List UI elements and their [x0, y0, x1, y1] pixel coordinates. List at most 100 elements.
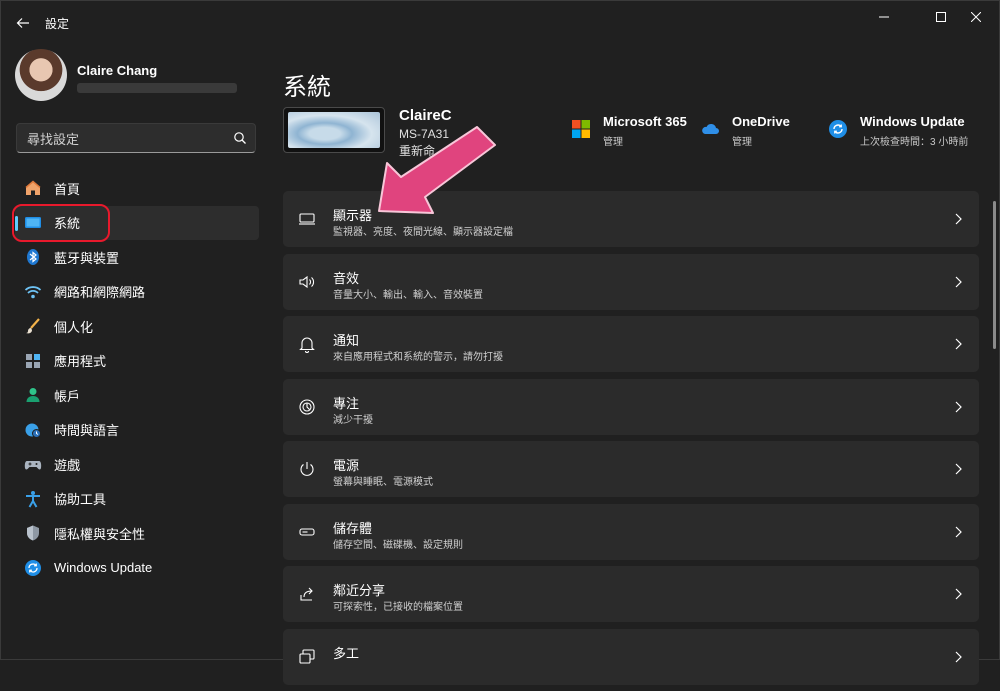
sidebar-item-personalization[interactable]: 個人化	[15, 309, 259, 343]
sidebar-item-accessibility[interactable]: 協助工具	[15, 482, 259, 516]
quick-link-windows-update[interactable]: Windows Update 上次檢查時間：3 小時前	[828, 113, 978, 149]
sidebar-item-home[interactable]: 首頁	[15, 171, 259, 205]
chevron-right-icon	[955, 588, 962, 600]
quick-link-onedrive[interactable]: OneDrive 管理	[700, 113, 810, 149]
card-notifications[interactable]: 通知 來自應用程式和系統的警示，請勿打擾	[283, 316, 979, 372]
settings-window: 設定 Claire Chang 首頁 系統 藍牙	[0, 0, 1000, 685]
onedrive-cloud-icon	[702, 123, 719, 134]
accounts-icon	[24, 386, 42, 404]
privacy-icon	[24, 524, 42, 542]
title-bar: 設定	[1, 1, 1000, 45]
minimize-icon	[879, 16, 889, 18]
card-subtitle: 音量大小、輸出、輸入、音效裝置	[333, 289, 483, 301]
card-subtitle: 監視器、亮度、夜間光線、顯示器設定檔	[333, 227, 513, 238]
sidebar-item-label: 首頁	[54, 181, 81, 197]
sidebar-item-label: 時間與語言	[54, 423, 120, 438]
card-display[interactable]: 顯示器 監視器、亮度、夜間光線、顯示器設定檔	[283, 191, 979, 247]
card-title: 多工	[333, 645, 360, 661]
device-model: MS-7A31	[399, 127, 450, 141]
microsoft-logo-icon	[572, 120, 590, 138]
rename-link[interactable]: 重新命	[399, 142, 435, 159]
maximize-icon	[936, 12, 946, 22]
quick-link-title: Microsoft 365	[603, 114, 687, 129]
chevron-right-icon	[955, 526, 962, 537]
card-subtitle: 螢幕與睡眠、電源模式	[333, 477, 433, 488]
card-storage[interactable]: 儲存體 儲存空間、磁碟機、設定規則	[283, 503, 979, 560]
notification-icon	[297, 334, 317, 354]
minimize-button[interactable]	[861, 1, 907, 33]
sidebar-item-label: Windows Update	[54, 560, 153, 575]
nearby-share-icon	[297, 584, 317, 604]
sidebar-item-gaming[interactable]: 遊戲	[15, 447, 259, 481]
card-nearby-sharing[interactable]: 鄰近分享 可探索性，已接收的檔案位置	[283, 566, 979, 622]
sidebar-item-label: 隱私權與安全性	[54, 526, 146, 542]
card-power[interactable]: 電源 螢幕與睡眠、電源模式	[283, 441, 979, 497]
sidebar-item-label: 帳戶	[54, 388, 81, 404]
card-title: 儲存體	[333, 520, 373, 536]
user-name: Claire Chang	[77, 63, 158, 78]
device-wallpaper-thumbnail	[283, 107, 385, 153]
sidebar-item-bluetooth[interactable]: 藍牙與裝置	[15, 240, 259, 274]
settings-card-list: 顯示器 監視器、亮度、夜間光線、顯示器設定檔 音效 音量大小、輸出、輸入、音效裝…	[283, 191, 979, 691]
sidebar-item-label: 藍牙與裝置	[54, 250, 120, 266]
quick-link-subtitle: 管理	[603, 137, 623, 148]
sidebar-item-label: 網路和網際網路	[54, 285, 146, 300]
quick-link-subtitle: 管理	[732, 137, 752, 148]
close-button[interactable]	[953, 1, 999, 33]
search-box[interactable]	[16, 123, 256, 153]
user-email-redacted	[77, 83, 237, 93]
card-title: 專注	[333, 395, 360, 411]
sidebar-item-apps[interactable]: 應用程式	[15, 344, 259, 378]
back-arrow-icon	[16, 18, 29, 28]
sidebar-item-time-language[interactable]: 時間與語言	[15, 413, 259, 447]
card-title: 顯示器	[333, 208, 373, 223]
card-subtitle: 儲存空間、磁碟機、設定規則	[333, 539, 463, 551]
network-icon	[24, 283, 42, 301]
device-name: ClaireC	[399, 107, 452, 124]
sidebar-item-network[interactable]: 網路和網際網路	[15, 275, 259, 309]
user-profile[interactable]: Claire Chang	[15, 49, 265, 105]
display-icon	[297, 209, 317, 229]
card-sound[interactable]: 音效 音量大小、輸出、輸入、音效裝置	[283, 253, 979, 310]
accessibility-icon	[24, 490, 42, 508]
sidebar-item-privacy[interactable]: 隱私權與安全性	[15, 516, 259, 550]
home-icon	[24, 179, 42, 197]
card-title: 電源	[333, 458, 360, 473]
quick-link-title: Windows Update	[860, 114, 965, 129]
windows-update-icon	[24, 559, 42, 577]
storage-icon	[297, 522, 317, 542]
card-focus[interactable]: 專注 減少干擾	[283, 378, 979, 435]
sidebar-item-label: 應用程式	[54, 354, 107, 369]
sidebar-item-windows-update[interactable]: Windows Update	[15, 551, 259, 585]
sidebar-item-accounts[interactable]: 帳戶	[15, 378, 259, 412]
bluetooth-icon	[24, 248, 42, 266]
search-input[interactable]	[25, 129, 229, 149]
card-multitasking[interactable]: 多工	[283, 628, 979, 685]
windows-update-icon	[829, 120, 847, 138]
chevron-right-icon	[955, 276, 962, 287]
multitasking-icon	[297, 647, 317, 667]
card-title: 音效	[333, 270, 360, 286]
apps-icon	[24, 352, 42, 370]
quick-link-title: OneDrive	[732, 114, 790, 129]
close-icon	[971, 12, 981, 22]
card-title: 鄰近分享	[333, 583, 386, 598]
quick-link-microsoft365[interactable]: Microsoft 365 管理	[571, 113, 691, 149]
back-button[interactable]	[13, 13, 33, 33]
sidebar-item-label: 個人化	[54, 319, 94, 335]
scrollbar-thumb[interactable]	[993, 201, 996, 349]
search-icon[interactable]	[233, 131, 247, 145]
chevron-right-icon	[955, 401, 962, 412]
power-icon	[297, 459, 317, 479]
focus-icon	[297, 397, 317, 417]
page-title: 系統	[283, 74, 331, 102]
avatar	[15, 49, 67, 101]
gaming-icon	[24, 455, 42, 473]
app-title: 設定	[45, 17, 70, 31]
quick-link-subtitle: 上次檢查時間：3 小時前	[860, 137, 969, 148]
sidebar-item-label: 協助工具	[54, 492, 107, 507]
card-title: 通知	[333, 333, 360, 348]
chevron-right-icon	[955, 463, 962, 475]
card-subtitle: 可探索性，已接收的檔案位置	[333, 602, 463, 613]
chevron-right-icon	[955, 338, 962, 350]
